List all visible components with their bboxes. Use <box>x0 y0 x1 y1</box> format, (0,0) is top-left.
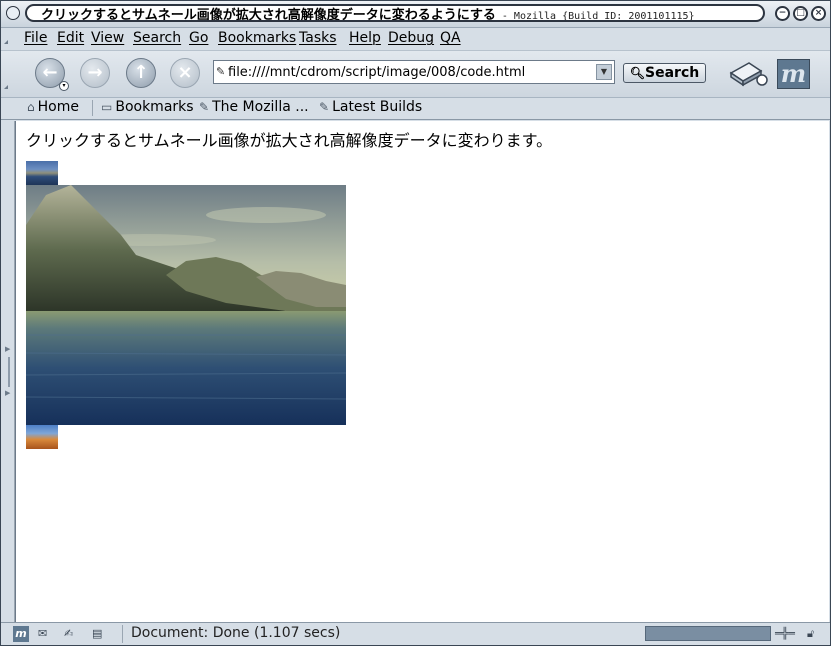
menu-bar: File Edit View Search Go Bookmarks Tasks… <box>1 28 830 51</box>
magnifier-icon: 🔍︎ <box>629 66 646 80</box>
bookmark-icon: ✎ <box>199 100 210 114</box>
navigator-icon[interactable]: m <box>13 626 29 642</box>
page-paragraph: クリックするとサムネール画像が拡大され高解像度データに変わります。 <box>26 131 553 150</box>
sidebar-grippy[interactable]: ▶ ▶ <box>1 121 15 622</box>
menu-qa[interactable]: QA <box>440 30 461 46</box>
minimize-icon[interactable]: − <box>775 6 790 21</box>
sidebar-open-icon[interactable]: ▶ <box>5 345 10 353</box>
menu-view[interactable]: View <box>91 30 124 46</box>
toolbar-grip-icon[interactable] <box>3 30 9 48</box>
window-title: クリックするとサムネール画像が拡大され高解像度データに変わるようにする - Mo… <box>25 4 765 22</box>
menu-edit[interactable]: Edit <box>57 30 84 46</box>
personal-item-mozilla[interactable]: ✎ The Mozilla ... <box>199 99 309 115</box>
forward-button[interactable]: → <box>80 58 110 88</box>
personal-item-label: Home <box>37 99 79 115</box>
thumbnail-image-1[interactable] <box>26 161 58 185</box>
search-button[interactable]: 🔍︎Search <box>623 63 706 83</box>
browser-window: クリックするとサムネール画像が拡大され高解像度データに変わるようにする - Mo… <box>0 0 831 646</box>
personal-item-label: Latest Builds <box>332 99 423 115</box>
menu-help[interactable]: Help <box>349 30 381 46</box>
back-arrow-icon: ← <box>42 62 58 83</box>
sidebar-open-icon[interactable]: ▶ <box>5 389 10 397</box>
back-dropdown-icon[interactable]: ▾ <box>59 81 69 91</box>
url-input[interactable] <box>228 62 598 82</box>
reload-icon: ↑ <box>133 62 149 83</box>
stop-button[interactable]: × <box>170 58 200 88</box>
toolbar-separator <box>92 100 93 116</box>
folder-icon: ▭ <box>101 100 113 114</box>
window-title-suffix: - Mozilla {Build ID: 2001101115} <box>495 11 695 22</box>
toolbar-grip-icon[interactable] <box>3 79 9 91</box>
status-separator <box>122 625 123 643</box>
composer-icon[interactable]: ✍ <box>64 626 73 642</box>
url-bar[interactable]: ✎ ▼ <box>213 60 615 84</box>
forward-arrow-icon: → <box>87 62 103 83</box>
personal-item-label: Bookmarks <box>115 99 194 115</box>
reload-button[interactable]: ↑ <box>126 58 156 88</box>
page-content: クリックするとサムネール画像が拡大され高解像度データに変わります。 <box>15 121 829 622</box>
address-book-icon[interactable]: ▤ <box>92 626 102 642</box>
status-text: Document: Done (1.107 secs) <box>131 625 341 641</box>
personal-item-latest-builds[interactable]: ✎ Latest Builds <box>319 99 422 115</box>
close-icon[interactable]: × <box>811 6 826 21</box>
window-menu-icon[interactable] <box>6 6 20 20</box>
mail-icon[interactable]: ✉ <box>38 626 47 642</box>
window-title-main: クリックするとサムネール画像が拡大され高解像度データに変わるようにする <box>41 8 496 22</box>
personal-item-home[interactable]: ⌂ Home <box>27 99 79 115</box>
thumbnail-image-2[interactable] <box>26 425 58 449</box>
status-bar: m ✉ ✍ ▤ Document: Done (1.107 secs) ═╬═ … <box>1 622 830 645</box>
home-icon: ⌂ <box>27 100 35 114</box>
landscape-picture <box>26 185 346 425</box>
bookmark-icon: ✎ <box>319 100 330 114</box>
print-icon[interactable] <box>727 57 769 89</box>
personal-item-bookmarks[interactable]: ▭ Bookmarks <box>101 99 194 115</box>
url-dropdown-icon[interactable]: ▼ <box>596 64 612 80</box>
menu-debug[interactable]: Debug <box>388 30 434 46</box>
enlarged-landscape-image[interactable] <box>26 185 346 425</box>
maximize-icon[interactable]: □ <box>793 6 808 21</box>
sidebar-grip-bar <box>8 357 10 387</box>
stop-icon: × <box>177 62 193 83</box>
menu-tasks[interactable]: Tasks <box>299 30 337 46</box>
personal-toolbar: ⌂ Home ▭ Bookmarks ✎ The Mozilla ... ✎ Lates… <box>1 98 830 120</box>
progress-meter <box>645 626 771 641</box>
menu-bookmarks[interactable]: Bookmarks <box>218 30 296 46</box>
menu-search[interactable]: Search <box>133 30 181 46</box>
mozilla-throbber-icon[interactable]: m <box>777 59 810 89</box>
menu-file[interactable]: File <box>24 30 47 46</box>
navigation-toolbar: ← ▾ → ↑ × ✎ ▼ 🔍︎Search m <box>1 51 830 98</box>
menu-go[interactable]: Go <box>189 30 208 46</box>
online-connection-icon[interactable]: ═╬═ <box>775 626 795 642</box>
security-lock-icon[interactable]: 🔓︎ <box>807 626 814 642</box>
personal-item-label: The Mozilla ... <box>212 99 309 115</box>
title-bar[interactable]: クリックするとサムネール画像が拡大され高解像度データに変わるようにする - Mo… <box>1 1 830 28</box>
page-proxy-icon[interactable]: ✎ <box>216 65 225 78</box>
search-button-label: Search <box>645 65 700 81</box>
